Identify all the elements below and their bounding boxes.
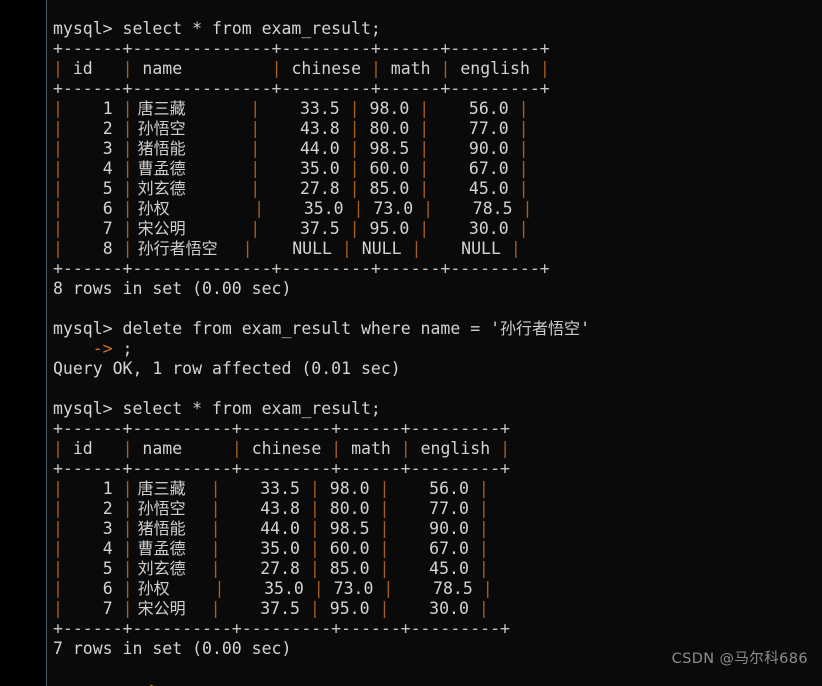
- table-rule: +------+----------+---------+------+----…: [53, 619, 510, 638]
- status-line: 7 rows in set (0.00 sec): [53, 639, 292, 658]
- table-row: | 6 | 孙权 | 35.0 | 73.0 | 78.5 |: [53, 199, 533, 218]
- table-row: | 5 | 刘玄德 | 27.8 | 85.0 | 45.0 |: [53, 179, 529, 198]
- table-row: | 1 | 唐三藏 | 33.5 | 98.0 | 56.0 |: [53, 99, 529, 118]
- table-rule: +------+--------------+---------+------+…: [53, 79, 550, 98]
- table-row: | 4 | 曹孟德 | 35.0 | 60.0 | 67.0 |: [53, 539, 489, 558]
- table-header-row: | id | name | chinese | math | english |: [53, 59, 550, 78]
- table-row: | 6 | 孙权 | 35.0 | 73.0 | 78.5 |: [53, 579, 493, 598]
- status-line: Query OK, 1 row affected (0.01 sec): [53, 359, 401, 378]
- continuation-prompt-clipped: ->: [100, 679, 170, 686]
- table-row: | 7 | 宋公明 | 37.5 | 95.0 | 30.0 |: [53, 599, 489, 618]
- table-row: | 2 | 孙悟空 | 43.8 | 80.0 | 77.0 |: [53, 119, 529, 138]
- table-rule: +------+--------------+---------+------+…: [53, 39, 550, 58]
- table-row: | 2 | 孙悟空 | 43.8 | 80.0 | 77.0 |: [53, 499, 489, 518]
- continuation-line[interactable]: -> ;: [53, 339, 590, 359]
- csdn-watermark: CSDN @马尔科686: [671, 651, 808, 667]
- table-row: | 5 | 刘玄德 | 27.8 | 85.0 | 45.0 |: [53, 559, 489, 578]
- table-row: | 8 | 孙行者悟空 | NULL | NULL | NULL |: [53, 239, 521, 258]
- table-row: | 1 | 唐三藏 | 33.5 | 98.0 | 56.0 |: [53, 479, 489, 498]
- table-rule: +------+----------+---------+------+----…: [53, 419, 510, 438]
- table-row: | 7 | 宋公明 | 37.5 | 95.0 | 30.0 |: [53, 219, 529, 238]
- terminal-output: mysql> select * from exam_result; +------…: [53, 19, 590, 679]
- table-rule: +------+----------+---------+------+----…: [53, 459, 510, 478]
- status-line: 8 rows in set (0.00 sec): [53, 279, 292, 298]
- terminal-window[interactable]: mysql> select * from exam_result; +------…: [0, 0, 822, 686]
- table-row: | 4 | 曹孟德 | 35.0 | 60.0 | 67.0 |: [53, 159, 529, 178]
- command-line[interactable]: mysql> select * from exam_result;: [53, 19, 590, 39]
- terminal-screen[interactable]: mysql> select * from exam_result; +------…: [47, 0, 822, 686]
- terminal-left-gutter: [0, 0, 47, 686]
- table-row: | 3 | 猪悟能 | 44.0 | 98.5 | 90.0 |: [53, 139, 529, 158]
- table-header-row: | id | name | chinese | math | english |: [53, 439, 511, 458]
- table-row: | 3 | 猪悟能 | 44.0 | 98.5 | 90.0 |: [53, 519, 489, 538]
- command-line[interactable]: mysql> delete from exam_result where nam…: [53, 319, 590, 339]
- command-line[interactable]: mysql> select * from exam_result;: [53, 399, 590, 419]
- table-rule: +------+--------------+---------+------+…: [53, 259, 550, 278]
